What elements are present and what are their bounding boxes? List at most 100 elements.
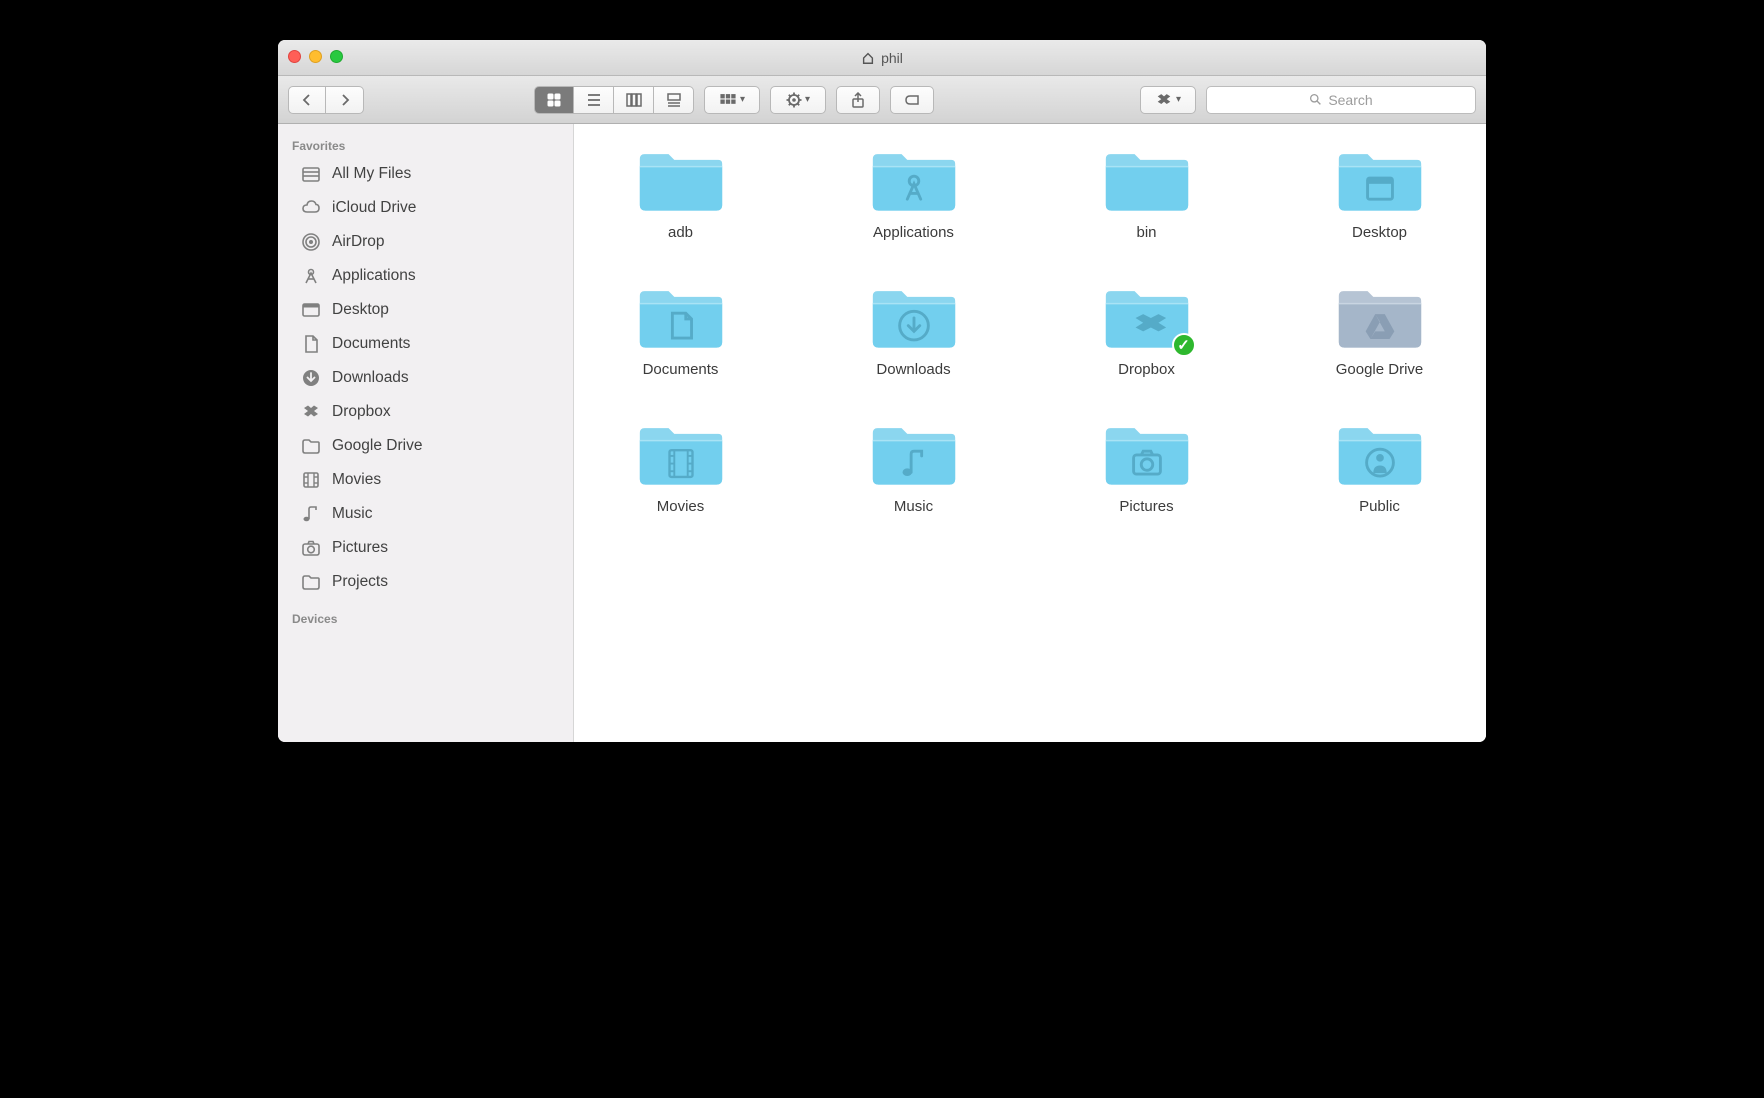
sidebar-item-label: Downloads [332, 369, 409, 387]
coverflow-view-button[interactable] [654, 86, 694, 114]
window-controls [288, 50, 343, 63]
sidebar-item-label: Pictures [332, 539, 388, 557]
window-title: phil [861, 50, 903, 66]
window-body: Favorites All My Files iCloud Drive AirD… [278, 124, 1486, 742]
sidebar-item-projects[interactable]: Projects [278, 565, 573, 599]
search-icon [1309, 93, 1322, 106]
sidebar-item-label: Movies [332, 471, 381, 489]
sidebar-item-label: Projects [332, 573, 388, 591]
sidebar-item-desktop[interactable]: Desktop [278, 293, 573, 327]
search-placeholder: Search [1328, 92, 1372, 108]
item-label: Pictures [1119, 498, 1173, 515]
folder-icon [869, 418, 959, 490]
desktop-icon [300, 299, 322, 321]
folder-bin[interactable]: bin [1060, 144, 1233, 241]
folder-icon [1102, 418, 1192, 490]
app-icon [300, 265, 322, 287]
toolbar: ▾ ▾ ▾ Search [278, 76, 1486, 124]
sidebar-item-label: iCloud Drive [332, 199, 416, 217]
folder-pictures[interactable]: Pictures [1060, 418, 1233, 515]
folder-icon [1335, 281, 1425, 353]
sidebar-item-pictures[interactable]: Pictures [278, 531, 573, 565]
icon-view-button[interactable] [534, 86, 574, 114]
airdrop-icon [300, 231, 322, 253]
sidebar-item-dropbox[interactable]: Dropbox [278, 395, 573, 429]
titlebar: phil [278, 40, 1486, 76]
item-label: bin [1136, 224, 1156, 241]
all-my-files-icon [300, 163, 322, 185]
sidebar-item-downloads[interactable]: Downloads [278, 361, 573, 395]
film-icon [300, 469, 322, 491]
folder-google-drive[interactable]: Google Drive [1293, 281, 1466, 378]
folder-downloads[interactable]: Downloads [827, 281, 1000, 378]
item-label: Public [1359, 498, 1400, 515]
back-button[interactable] [288, 86, 326, 114]
sidebar-item-label: Applications [332, 267, 416, 285]
minimize-button[interactable] [309, 50, 322, 63]
document-icon [300, 333, 322, 355]
dropbox-toolbar-button[interactable]: ▾ [1140, 86, 1196, 114]
sidebar-item-music[interactable]: Music [278, 497, 573, 531]
sidebar-item-movies[interactable]: Movies [278, 463, 573, 497]
item-label: Dropbox [1118, 361, 1175, 378]
folder-icon [636, 418, 726, 490]
folder-dropbox[interactable]: ✓ Dropbox [1060, 281, 1233, 378]
folder-public[interactable]: Public [1293, 418, 1466, 515]
dropbox-icon [300, 401, 322, 423]
sync-ok-badge-icon: ✓ [1172, 333, 1196, 357]
folder-icon [300, 435, 322, 457]
forward-button[interactable] [326, 86, 364, 114]
item-label: Downloads [876, 361, 950, 378]
sidebar-section-devices: Devices [278, 607, 573, 630]
folder-adb[interactable]: adb [594, 144, 767, 241]
item-grid: adb Applications bin Desktop [594, 144, 1466, 515]
sidebar-item-airdrop[interactable]: AirDrop [278, 225, 573, 259]
sidebar-item-documents[interactable]: Documents [278, 327, 573, 361]
folder-icon [1335, 144, 1425, 216]
folder-icon: ✓ [1102, 281, 1192, 353]
folder-documents[interactable]: Documents [594, 281, 767, 378]
zoom-button[interactable] [330, 50, 343, 63]
search-field[interactable]: Search [1206, 86, 1476, 114]
sidebar: Favorites All My Files iCloud Drive AirD… [278, 124, 574, 742]
sidebar-item-label: Music [332, 505, 372, 523]
folder-icon [1335, 418, 1425, 490]
folder-desktop[interactable]: Desktop [1293, 144, 1466, 241]
arrange-button[interactable]: ▾ [704, 86, 760, 114]
item-label: Applications [873, 224, 954, 241]
item-label: adb [668, 224, 693, 241]
camera-icon [300, 537, 322, 559]
folder-icon [300, 571, 322, 593]
item-label: Music [894, 498, 933, 515]
sidebar-item-all-my-files[interactable]: All My Files [278, 157, 573, 191]
sidebar-item-label: Documents [332, 335, 410, 353]
folder-icon [636, 281, 726, 353]
folder-icon [869, 281, 959, 353]
folder-music[interactable]: Music [827, 418, 1000, 515]
finder-window: phil ▾ ▾ ▾ Search Favorites [278, 40, 1486, 742]
folder-movies[interactable]: Movies [594, 418, 767, 515]
column-view-button[interactable] [614, 86, 654, 114]
sidebar-item-label: AirDrop [332, 233, 385, 251]
sidebar-item-applications[interactable]: Applications [278, 259, 573, 293]
list-view-button[interactable] [574, 86, 614, 114]
item-label: Desktop [1352, 224, 1407, 241]
sidebar-item-icloud-drive[interactable]: iCloud Drive [278, 191, 573, 225]
sidebar-item-google-drive[interactable]: Google Drive [278, 429, 573, 463]
item-label: Movies [657, 498, 705, 515]
item-label: Documents [643, 361, 719, 378]
download-circle-icon [300, 367, 322, 389]
close-button[interactable] [288, 50, 301, 63]
tags-button[interactable] [890, 86, 934, 114]
home-icon [861, 51, 875, 65]
action-button[interactable]: ▾ [770, 86, 826, 114]
cloud-icon [300, 197, 322, 219]
sidebar-section-favorites: Favorites [278, 134, 573, 157]
sidebar-item-label: Dropbox [332, 403, 391, 421]
folder-applications[interactable]: Applications [827, 144, 1000, 241]
nav-buttons [288, 86, 364, 114]
content-area[interactable]: adb Applications bin Desktop [574, 124, 1486, 742]
share-button[interactable] [836, 86, 880, 114]
folder-icon [869, 144, 959, 216]
sidebar-item-label: Google Drive [332, 437, 422, 455]
